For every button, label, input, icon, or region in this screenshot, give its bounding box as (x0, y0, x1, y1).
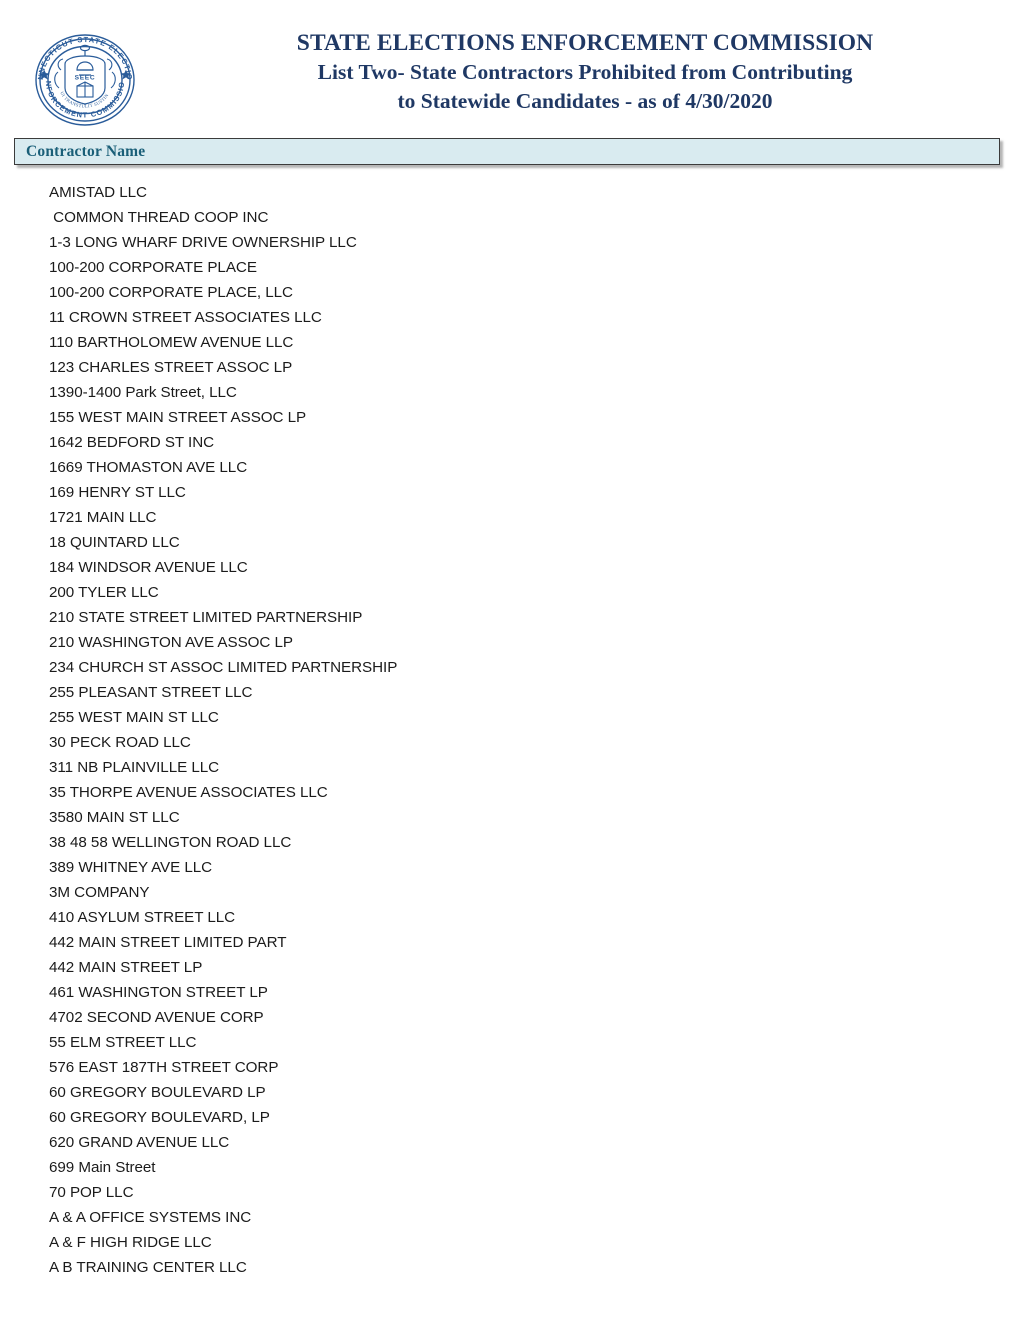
contractor-row: 234 CHURCH ST ASSOC LIMITED PARTNERSHIP (49, 659, 398, 676)
contractor-row: 699 Main Street (49, 1159, 156, 1176)
page-title: STATE ELECTIONS ENFORCEMENT COMMISSION L… (170, 28, 1000, 116)
contractor-row: 442 MAIN STREET LP (49, 959, 203, 976)
contractor-row: 155 WEST MAIN STREET ASSOC LP (49, 409, 307, 426)
contractor-row: 1721 MAIN LLC (49, 509, 157, 526)
contractor-row: 1669 THOMASTON AVE LLC (49, 459, 248, 476)
contractor-row: 110 BARTHOLOMEW AVENUE LLC (49, 334, 294, 351)
contractor-row: 100-200 CORPORATE PLACE, LLC (49, 284, 293, 301)
contractor-row: 389 WHITNEY AVE LLC (49, 859, 213, 876)
contractor-row: 200 TYLER LLC (49, 584, 159, 601)
contractor-row: 210 WASHINGTON AVE ASSOC LP (49, 634, 293, 651)
contractor-row: 123 CHARLES STREET ASSOC LP (49, 359, 293, 376)
contractor-row: A & A OFFICE SYSTEMS INC (49, 1209, 252, 1226)
contractor-row: 3580 MAIN ST LLC (49, 809, 180, 826)
contractor-row: 38 48 58 WELLINGTON ROAD LLC (49, 834, 292, 851)
contractor-row: 4702 SECOND AVENUE CORP (49, 1009, 264, 1026)
contractor-row: 1642 BEDFORD ST INC (49, 434, 215, 451)
contractor-row: 60 GREGORY BOULEVARD, LP (49, 1109, 270, 1126)
contractor-row: 210 STATE STREET LIMITED PARTNERSHIP (49, 609, 363, 626)
contractor-row: A B TRAINING CENTER LLC (49, 1259, 247, 1276)
contractor-list: AMISTAD LLC COMMON THREAD COOP INC 1-3 LO… (0, 180, 1020, 1280)
column-header-contractor-name: Contractor Name (26, 142, 146, 160)
title-line-tertiary: to Statewide Candidates - as of 4/30/202… (397, 89, 773, 113)
contractor-row: 35 THORPE AVENUE ASSOCIATES LLC (49, 784, 328, 801)
contractor-row: 576 EAST 187TH STREET CORP (49, 1059, 279, 1076)
seec-seal-icon: CONNECTICUT STATE ELECTIONS ENFORCEMENT … (25, 30, 145, 130)
contractor-row: 184 WINDSOR AVENUE LLC (49, 559, 248, 576)
contractor-row: 620 GRAND AVENUE LLC (49, 1134, 230, 1151)
contractor-row: COMMON THREAD COOP INC (49, 209, 269, 226)
contractor-row: 1-3 LONG WHARF DRIVE OWNERSHIP LLC (49, 234, 357, 251)
page-header: CONNECTICUT STATE ELECTIONS ENFORCEMENT … (0, 0, 1020, 136)
contractor-row: 100-200 CORPORATE PLACE (49, 259, 257, 276)
contractor-row: 255 WEST MAIN ST LLC (49, 709, 219, 726)
contractor-row: 11 CROWN STREET ASSOCIATES LLC (49, 309, 322, 326)
column-header-background (14, 138, 1000, 165)
title-line-primary: STATE ELECTIONS ENFORCEMENT COMMISSION (296, 30, 874, 56)
contractor-row: 60 GREGORY BOULEVARD LP (49, 1084, 266, 1101)
contractor-row: A & F HIGH RIDGE LLC (49, 1234, 212, 1251)
contractor-row: AMISTAD LLC (49, 184, 147, 201)
svg-text:SEEC: SEEC (75, 75, 96, 82)
contractor-row: 55 ELM STREET LLC (49, 1034, 197, 1051)
contractor-row: 70 POP LLC (49, 1184, 134, 1201)
contractor-row: 1390-1400 Park Street, LLC (49, 384, 237, 401)
contractor-row: 461 WASHINGTON STREET LP (49, 984, 268, 1001)
title-line-secondary: List Two- State Contractors Prohibited f… (317, 60, 853, 84)
contractor-row: 410 ASYLUM STREET LLC (49, 909, 236, 926)
contractor-row: 3M COMPANY (49, 884, 150, 901)
contractor-row: 169 HENRY ST LLC (49, 484, 186, 501)
contractor-row: 311 NB PLAINVILLE LLC (49, 759, 220, 776)
column-header-band: Contractor Name (14, 138, 1000, 165)
contractor-row: 30 PECK ROAD LLC (49, 734, 191, 751)
contractor-row: 442 MAIN STREET LIMITED PART (49, 934, 287, 951)
contractor-row: 18 QUINTARD LLC (49, 534, 180, 551)
contractor-row: 255 PLEASANT STREET LLC (49, 684, 253, 701)
